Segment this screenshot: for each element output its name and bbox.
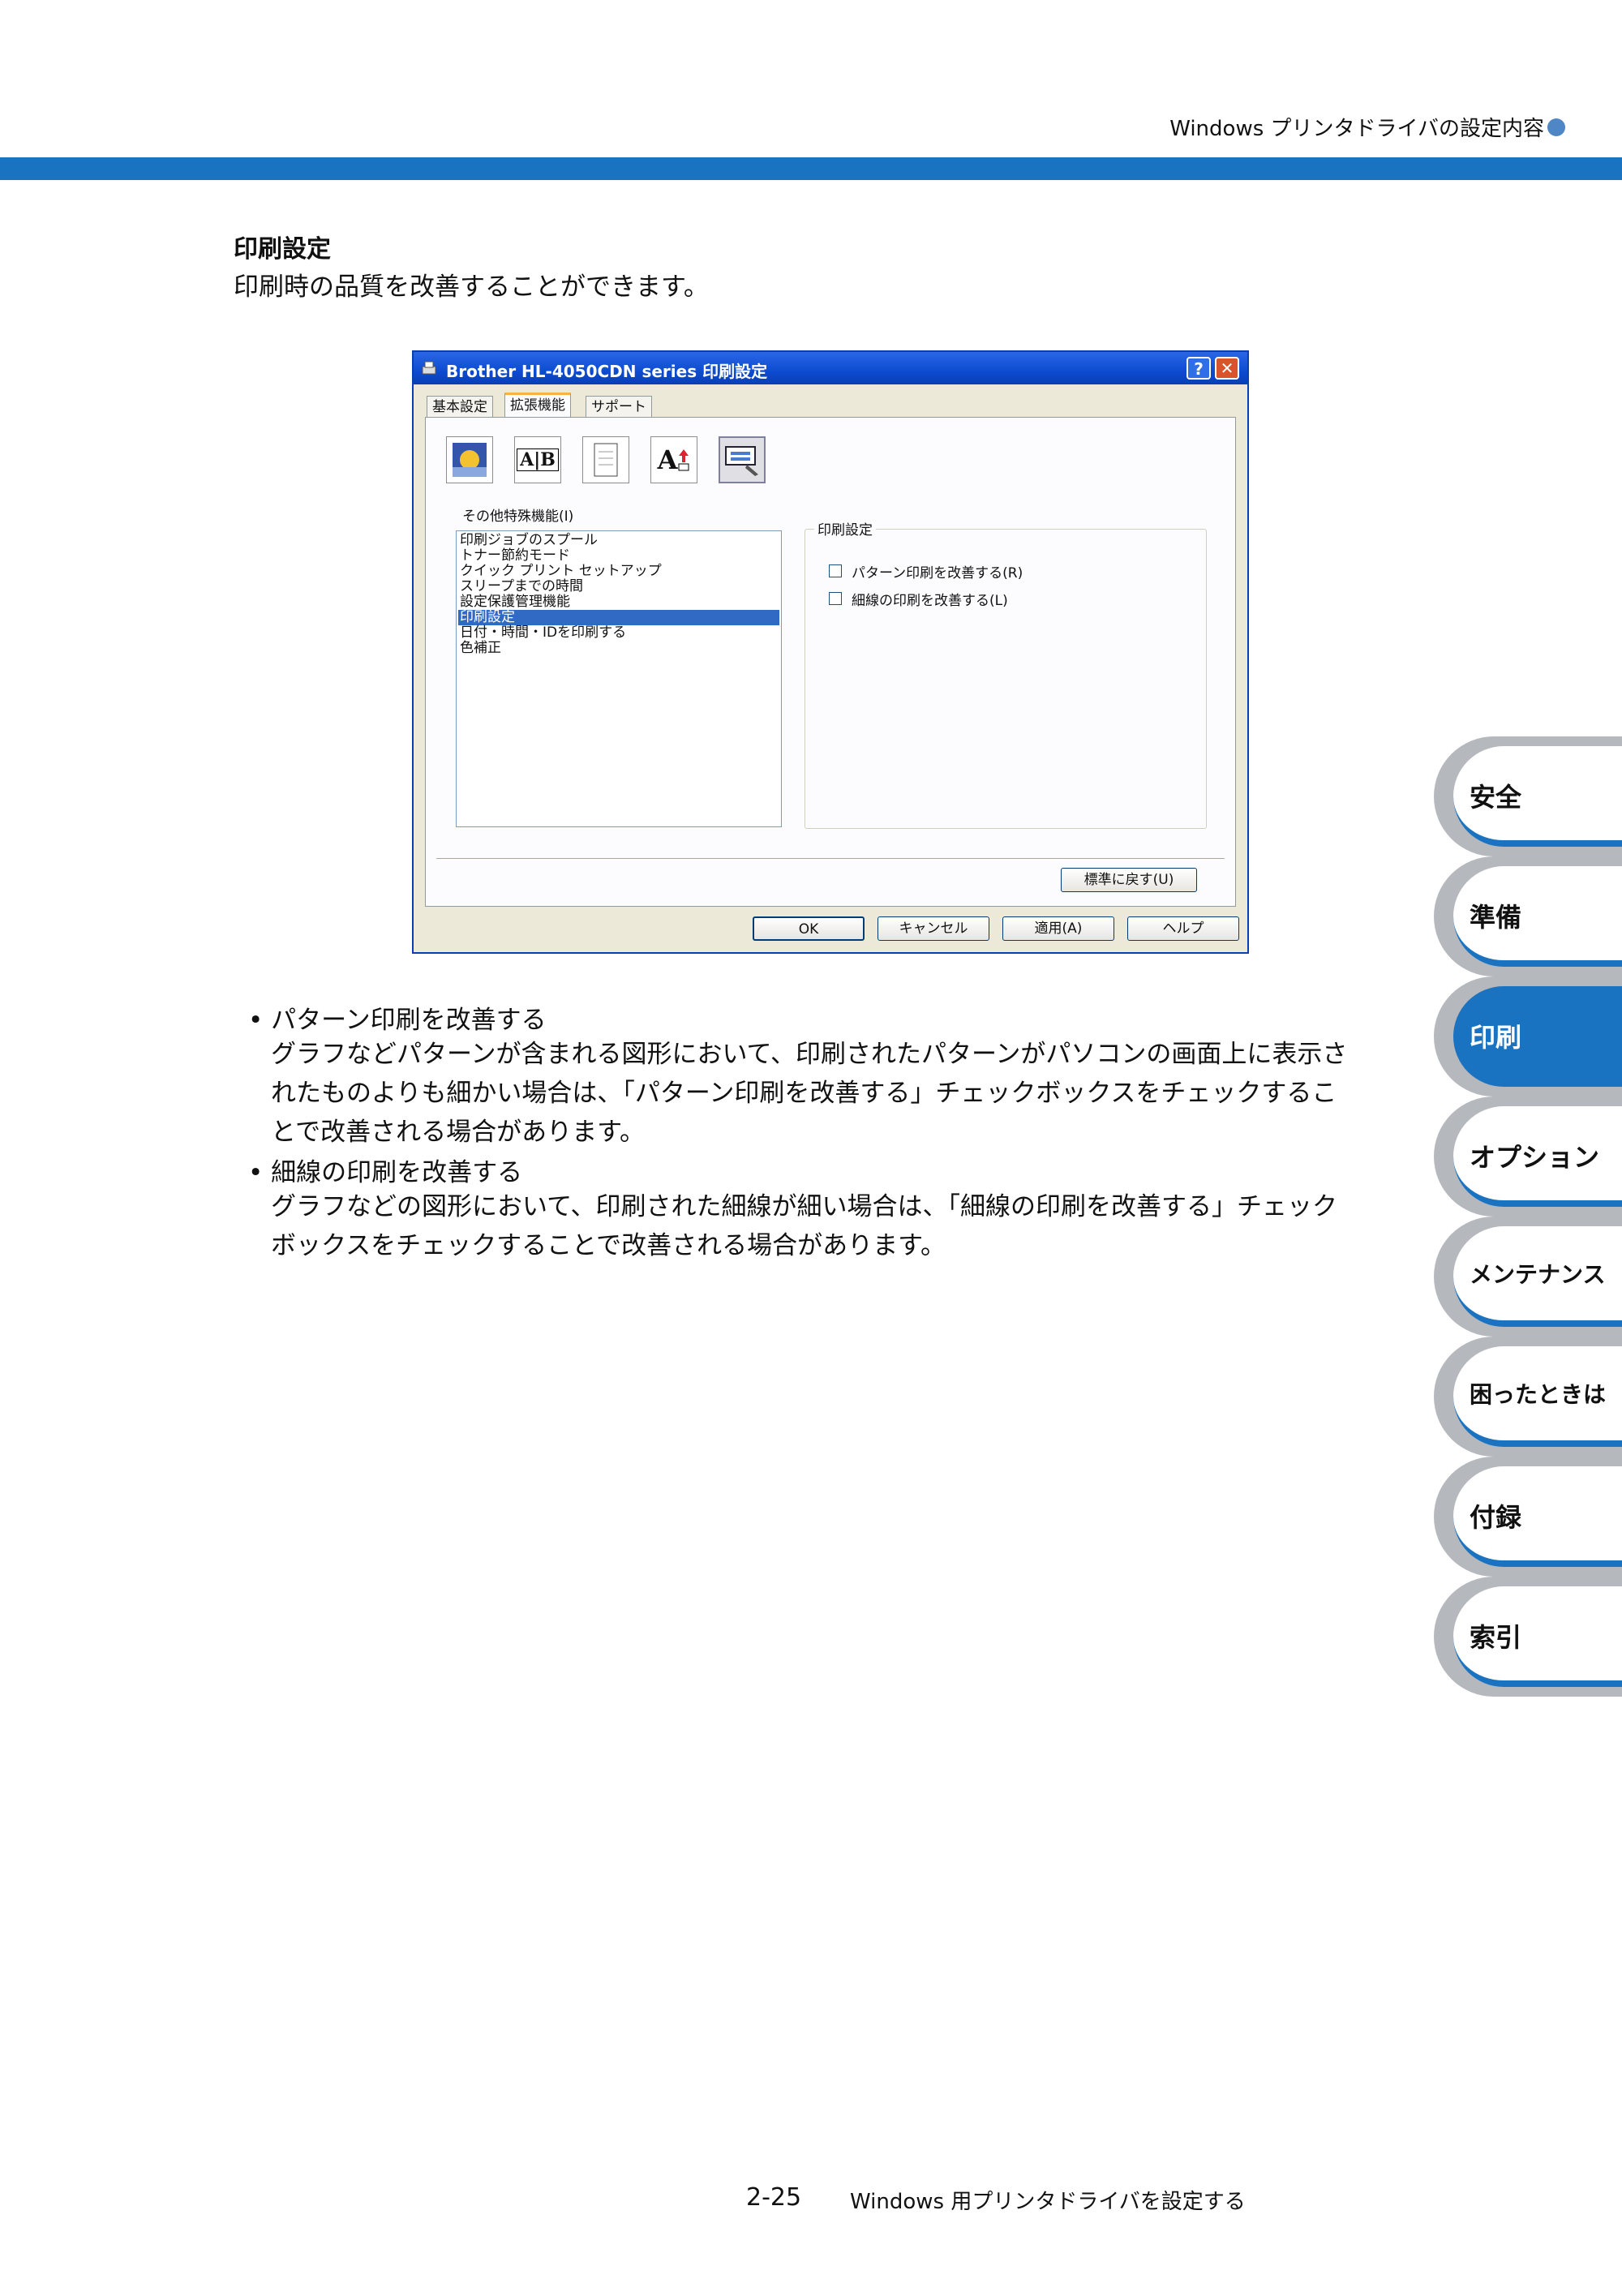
list-item-selected[interactable]: 印刷設定 — [458, 610, 779, 625]
side-tab-label: 付録 — [1470, 1502, 1522, 1533]
printer-icon — [422, 361, 436, 375]
close-icon[interactable]: ✕ — [1215, 357, 1239, 380]
paragraph-line: グラフなどの図形において、印刷された細線が細い場合は、「細線の印刷を改善する」チ… — [271, 1192, 1338, 1221]
paragraph-line: れたものよりも細かい場合は、「パターン印刷を改善する」チェックボックスをチェック… — [271, 1079, 1337, 1108]
side-tab-label: 索引 — [1470, 1622, 1522, 1653]
side-tab-appendix[interactable]: 付録 — [1434, 1457, 1622, 1577]
cancel-button[interactable]: キャンセル — [878, 916, 989, 941]
ab-icon-text: A|B — [517, 448, 559, 471]
side-tab-maintenance[interactable]: メンテナンス — [1434, 1217, 1622, 1337]
bullet-heading: • 細線の印刷を改善する — [248, 1158, 523, 1187]
list-label: その他特殊機能(I) — [462, 509, 574, 525]
dialog-titlebar[interactable]: Brother HL-4050CDN series 印刷設定 ? ✕ — [414, 352, 1247, 384]
side-tab-label: オプション — [1470, 1142, 1600, 1173]
copy-icon[interactable] — [582, 436, 629, 483]
dialog-title: Brother HL-4050CDN series 印刷設定 — [446, 362, 768, 381]
improve-pattern-checkbox[interactable] — [829, 564, 842, 577]
tab-basic[interactable]: 基本設定 — [427, 396, 493, 417]
side-tab-label: 安全 — [1470, 782, 1522, 813]
help-button[interactable]: ヘルプ — [1127, 916, 1239, 941]
paragraph-line: ボックスをチェックすることで改善される場合があります。 — [271, 1231, 946, 1260]
font-icon[interactable]: A — [650, 436, 697, 483]
apply-button[interactable]: 適用(A) — [1002, 916, 1114, 941]
page-number: 2-25 — [746, 2183, 802, 2212]
settings-icon[interactable] — [719, 436, 766, 483]
side-tab-troubleshooting[interactable]: 困ったときは — [1434, 1337, 1622, 1457]
paragraph: グラフなどの図形において、印刷された細線が細い場合は、「細線の印刷を改善する」チ… — [271, 1187, 1337, 1265]
section-title: 印刷設定 — [234, 235, 331, 264]
header-bar — [0, 157, 1622, 180]
side-tab-preparation[interactable]: 準備 — [1434, 856, 1622, 976]
list-item[interactable]: クイック プリント セットアップ — [458, 564, 779, 579]
ok-button[interactable]: OK — [753, 916, 865, 941]
list-item[interactable]: トナー節約モード — [458, 548, 779, 564]
paragraph-line: グラフなどパターンが含まれる図形において、印刷されたパターンがパソコンの画面上に… — [271, 1040, 1348, 1069]
header-dot-icon — [1547, 118, 1565, 136]
feature-listbox[interactable]: 印刷ジョブのスプール トナー節約モード クイック プリント セットアップ スリー… — [456, 530, 782, 827]
help-icon[interactable]: ? — [1186, 357, 1211, 380]
footer-title: Windows 用プリンタドライバを設定する — [850, 2190, 1246, 2214]
group-label: 印刷設定 — [814, 518, 876, 539]
side-tab-label: メンテナンス — [1470, 1261, 1606, 1288]
side-tab-label: 準備 — [1470, 902, 1522, 933]
side-tab-print[interactable]: 印刷 — [1434, 976, 1622, 1097]
side-tab-options[interactable]: オプション — [1434, 1097, 1622, 1217]
improve-thin-line-checkbox[interactable] — [829, 592, 842, 605]
improve-thin-line-label[interactable]: 細線の印刷を改善する(L) — [852, 589, 1008, 609]
side-tab-label: 困ったときは — [1470, 1381, 1607, 1408]
printer-settings-dialog: Brother HL-4050CDN series 印刷設定 ? ✕ 基本設定 … — [412, 350, 1249, 954]
paragraph-line: とで改善される場合があります。 — [271, 1118, 645, 1147]
header-title: Windows プリンタドライバの設定内容 — [1169, 117, 1544, 141]
tab-support[interactable]: サポート — [586, 396, 652, 417]
ab-icon[interactable]: A|B — [514, 436, 561, 483]
list-item[interactable]: スリープまでの時間 — [458, 579, 779, 594]
improve-pattern-label[interactable]: パターン印刷を改善する(R) — [852, 561, 1023, 582]
list-item[interactable]: 設定保護管理機能 — [458, 594, 779, 610]
tab-advanced[interactable]: 拡張機能 — [504, 393, 571, 418]
paragraph: グラフなどパターンが含まれる図形において、印刷されたパターンがパソコンの画面上に… — [271, 1035, 1347, 1152]
side-tab-safety[interactable]: 安全 — [1434, 736, 1622, 856]
watermark-icon[interactable] — [446, 436, 493, 483]
restore-default-button[interactable]: 標準に戻す(U) — [1061, 868, 1197, 892]
bullet-heading: • パターン印刷を改善する — [248, 1006, 547, 1035]
list-item[interactable]: 日付・時間・IDを印刷する — [458, 625, 779, 641]
font-icon-text: A — [657, 444, 678, 475]
list-item[interactable]: 色補正 — [458, 641, 779, 656]
list-item[interactable]: 印刷ジョブのスプール — [458, 533, 779, 548]
section-description: 印刷時の品質を改善することができます。 — [234, 273, 709, 302]
side-tab-index[interactable]: 索引 — [1434, 1577, 1622, 1697]
separator — [436, 858, 1225, 861]
side-tab-label: 印刷 — [1470, 1022, 1522, 1053]
